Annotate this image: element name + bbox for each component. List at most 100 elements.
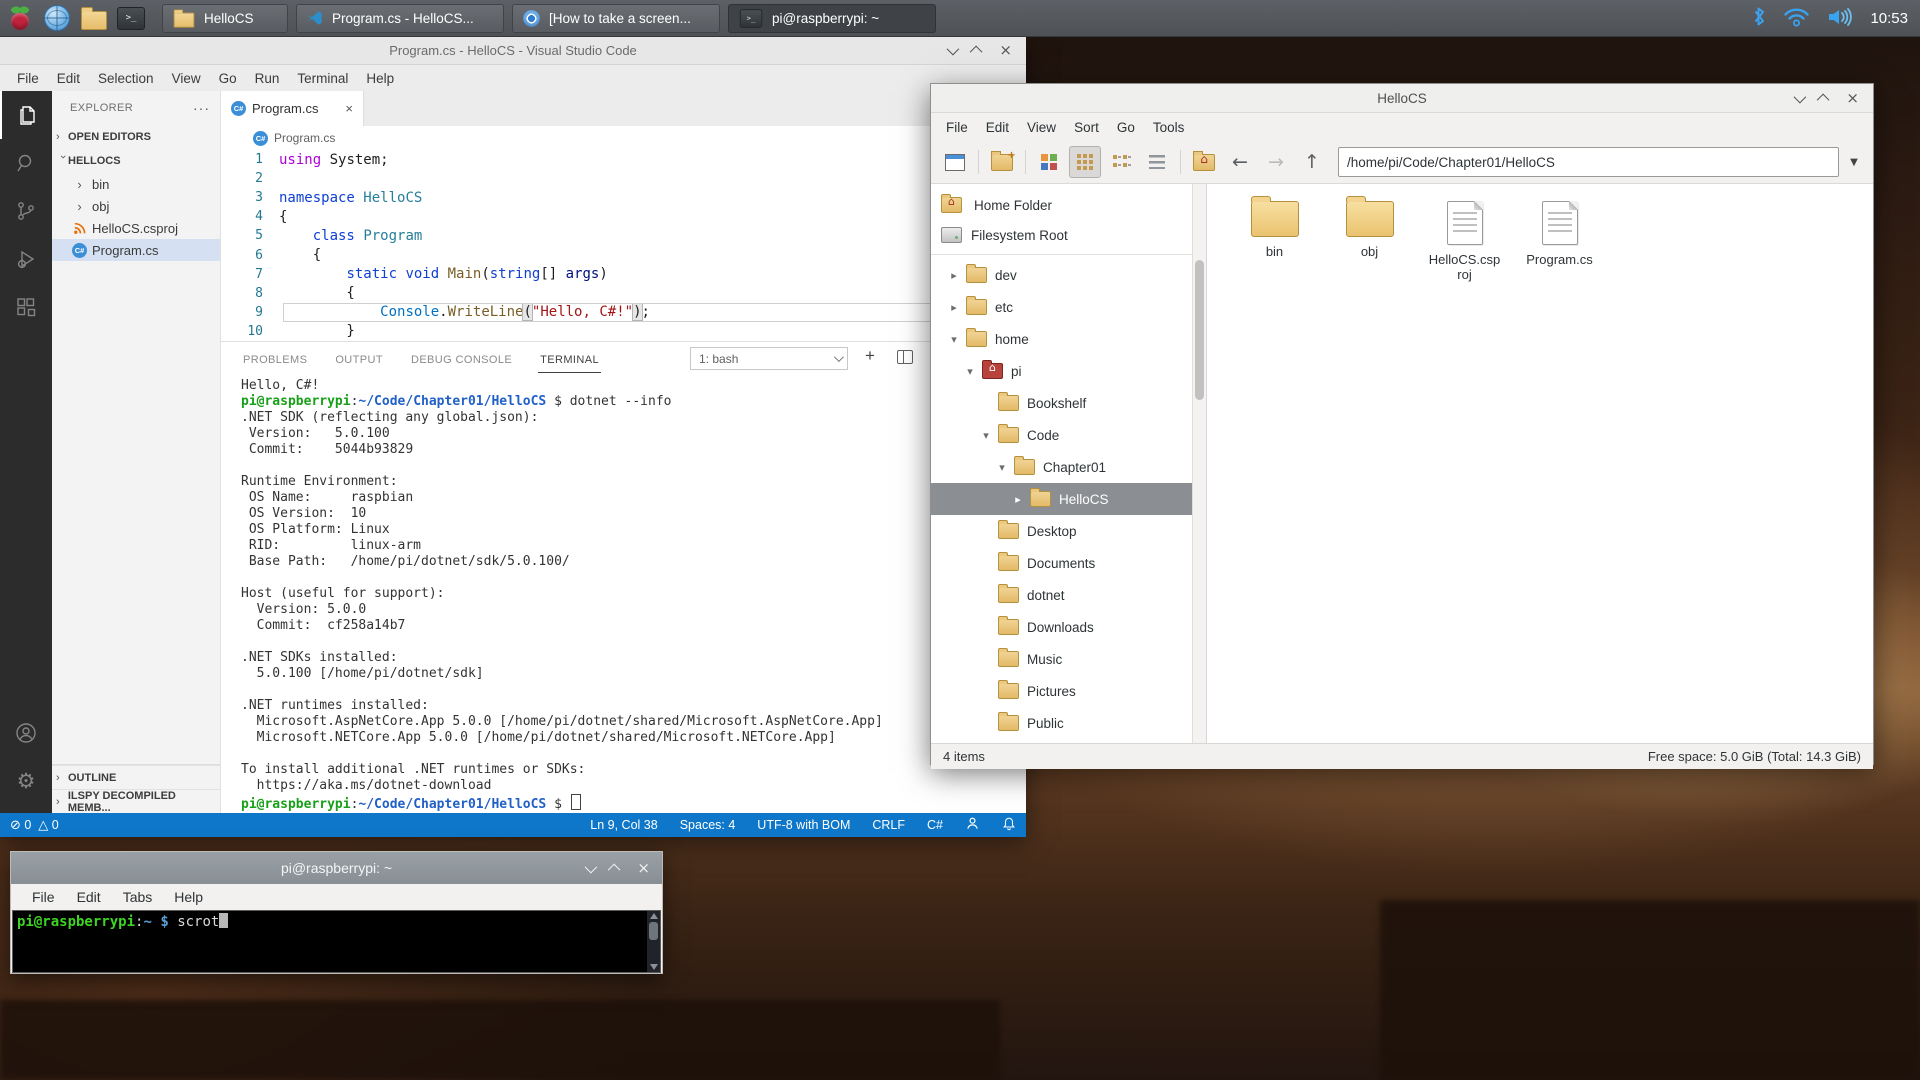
- tree-expander-icon[interactable]: ▾: [995, 461, 1009, 474]
- explorer-item-program.cs[interactable]: C#Program.cs: [52, 239, 220, 261]
- fm-tree-dev[interactable]: ▸dev: [931, 259, 1206, 291]
- status-item[interactable]: C#: [927, 818, 943, 832]
- fm-tree-documents[interactable]: Documents: [931, 547, 1206, 579]
- fm-tree-home[interactable]: ▾home: [931, 323, 1206, 355]
- tree-expander-icon[interactable]: ▸: [947, 301, 961, 314]
- tree-expander-icon[interactable]: ▾: [947, 333, 961, 346]
- taskbar-window-folder[interactable]: HelloCS: [162, 4, 288, 33]
- menu-item-file[interactable]: File: [8, 71, 48, 86]
- terminal-content[interactable]: pi@raspberrypi:~ $ scrot: [12, 910, 661, 973]
- fm-titlebar[interactable]: HelloCS ×: [931, 84, 1873, 113]
- close-icon[interactable]: ×: [1846, 94, 1859, 102]
- vscode-titlebar[interactable]: Program.cs - HelloCS - Visual Studio Cod…: [0, 36, 1026, 65]
- fm-tree-etc[interactable]: ▸etc: [931, 291, 1206, 323]
- integrated-terminal[interactable]: Hello, C#!pi@raspberrypi:~/Code/Chapter0…: [221, 374, 1026, 813]
- outline-section[interactable]: ›OUTLINE: [52, 765, 220, 789]
- terminal-scrollbar[interactable]: [647, 911, 660, 972]
- up-button[interactable]: ↑: [1296, 146, 1328, 178]
- menu-item-view[interactable]: View: [163, 71, 210, 86]
- tree-expander-icon[interactable]: ▸: [1011, 493, 1025, 506]
- close-icon[interactable]: ×: [637, 864, 650, 872]
- wifi-icon[interactable]: [1783, 7, 1810, 30]
- menu-item-help[interactable]: Help: [357, 71, 403, 86]
- volume-icon[interactable]: [1827, 7, 1853, 30]
- fm-tree-downloads[interactable]: Downloads: [931, 611, 1206, 643]
- project-section[interactable]: ›HELLOCS: [52, 149, 220, 173]
- menu-item-file[interactable]: File: [937, 120, 977, 135]
- fm-tree-pictures[interactable]: Pictures: [931, 675, 1206, 707]
- feedback-icon[interactable]: [965, 816, 980, 834]
- menu-item-edit[interactable]: Edit: [48, 71, 89, 86]
- menu-raspberry-icon[interactable]: [3, 3, 37, 33]
- new-terminal-button[interactable]: +: [865, 346, 875, 366]
- scroll-down-icon[interactable]: [650, 964, 658, 970]
- place-home-folder[interactable]: Home Folder: [931, 190, 1206, 220]
- back-button[interactable]: ←: [1224, 146, 1256, 178]
- run-debug-icon[interactable]: [0, 235, 52, 283]
- menu-item-file[interactable]: File: [21, 889, 66, 905]
- taskbar-window-chromium[interactable]: [How to take a screen...: [512, 4, 720, 33]
- menu-item-edit[interactable]: Edit: [66, 889, 112, 905]
- fm-tree-dotnet[interactable]: dotnet: [931, 579, 1206, 611]
- menu-item-edit[interactable]: Edit: [977, 120, 1018, 135]
- web-browser-icon[interactable]: [40, 3, 74, 33]
- view-icons-button[interactable]: [1069, 146, 1101, 178]
- fm-tree-chapter01[interactable]: ▾Chapter01: [931, 451, 1206, 483]
- breadcrumb[interactable]: C# Program.cs: [221, 126, 1026, 150]
- explorer-item-obj[interactable]: ›obj: [52, 195, 220, 217]
- explorer-item-bin[interactable]: ›bin: [52, 173, 220, 195]
- fm-tree-music[interactable]: Music: [931, 643, 1206, 675]
- menu-item-tabs[interactable]: Tabs: [112, 889, 164, 905]
- menu-item-view[interactable]: View: [1018, 120, 1065, 135]
- menu-item-help[interactable]: Help: [163, 889, 214, 905]
- view-thumbnails-button[interactable]: [1033, 146, 1065, 178]
- split-terminal-icon[interactable]: [897, 350, 913, 364]
- path-dropdown-button[interactable]: ▼: [1843, 148, 1865, 176]
- menu-item-selection[interactable]: Selection: [89, 71, 163, 86]
- fm-tree-pi[interactable]: ▾pi: [931, 355, 1206, 387]
- fm-tree-code[interactable]: ▾Code: [931, 419, 1206, 451]
- source-control-icon[interactable]: [0, 187, 52, 235]
- fm-tree-public[interactable]: Public: [931, 707, 1206, 739]
- code-editor[interactable]: 1using System;23namespace HelloCS4{5 cla…: [221, 150, 1026, 341]
- terminal-launcher-icon[interactable]: [114, 3, 148, 33]
- clock[interactable]: 10:53: [1870, 10, 1908, 27]
- fm-tree-hellocs[interactable]: ▸HelloCS: [931, 483, 1206, 515]
- fm-tree-desktop[interactable]: Desktop: [931, 515, 1206, 547]
- tab-program-cs[interactable]: C# Program.cs ×: [221, 91, 364, 126]
- status-item[interactable]: Spaces: 4: [680, 818, 736, 832]
- tab-close-icon[interactable]: ×: [345, 101, 353, 116]
- panel-tab-debug-console[interactable]: DEBUG CONSOLE: [409, 348, 514, 372]
- settings-gear-icon[interactable]: ⚙: [0, 757, 52, 805]
- tree-expander-icon[interactable]: ▸: [947, 269, 961, 282]
- scroll-up-icon[interactable]: [650, 913, 658, 919]
- tree-expander-icon[interactable]: ▾: [963, 365, 977, 378]
- menu-item-terminal[interactable]: Terminal: [288, 71, 357, 86]
- menu-item-run[interactable]: Run: [246, 71, 289, 86]
- search-icon[interactable]: [0, 139, 52, 187]
- shell-select[interactable]: 1: bash: [690, 347, 848, 370]
- close-icon[interactable]: ×: [999, 46, 1012, 54]
- extensions-icon[interactable]: [0, 283, 52, 331]
- ilspy-section[interactable]: ›ILSPY DECOMPILED MEMB...: [52, 789, 220, 813]
- fm-file-view[interactable]: binobjHelloCS.csp rojProgram.cs: [1207, 184, 1873, 743]
- panel-tab-problems[interactable]: PROBLEMS: [241, 348, 309, 372]
- panel-tab-output[interactable]: OUTPUT: [333, 348, 385, 372]
- open-editors-section[interactable]: ›OPEN EDITORS: [52, 125, 220, 149]
- menu-item-go[interactable]: Go: [210, 71, 246, 86]
- forward-button[interactable]: →: [1260, 146, 1292, 178]
- fm-tree-bookshelf[interactable]: Bookshelf: [931, 387, 1206, 419]
- status-item[interactable]: UTF-8 with BOM: [757, 818, 850, 832]
- fm-file-bin[interactable]: bin: [1227, 201, 1322, 259]
- status-item[interactable]: CRLF: [872, 818, 905, 832]
- bluetooth-icon[interactable]: [1753, 6, 1766, 30]
- tree-expander-icon[interactable]: ▾: [979, 429, 993, 442]
- account-icon[interactable]: [0, 709, 52, 757]
- fm-file-HelloCS.csproj[interactable]: HelloCS.csp roj: [1417, 201, 1512, 282]
- view-detailed-button[interactable]: [1141, 146, 1173, 178]
- path-input[interactable]: /home/pi/Code/Chapter01/HelloCS: [1338, 147, 1839, 177]
- fm-file-obj[interactable]: obj: [1322, 201, 1417, 259]
- explorer-item-hellocs.csproj[interactable]: HelloCS.csproj: [52, 217, 220, 239]
- menu-item-tools[interactable]: Tools: [1144, 120, 1194, 135]
- bell-icon[interactable]: [1002, 816, 1016, 834]
